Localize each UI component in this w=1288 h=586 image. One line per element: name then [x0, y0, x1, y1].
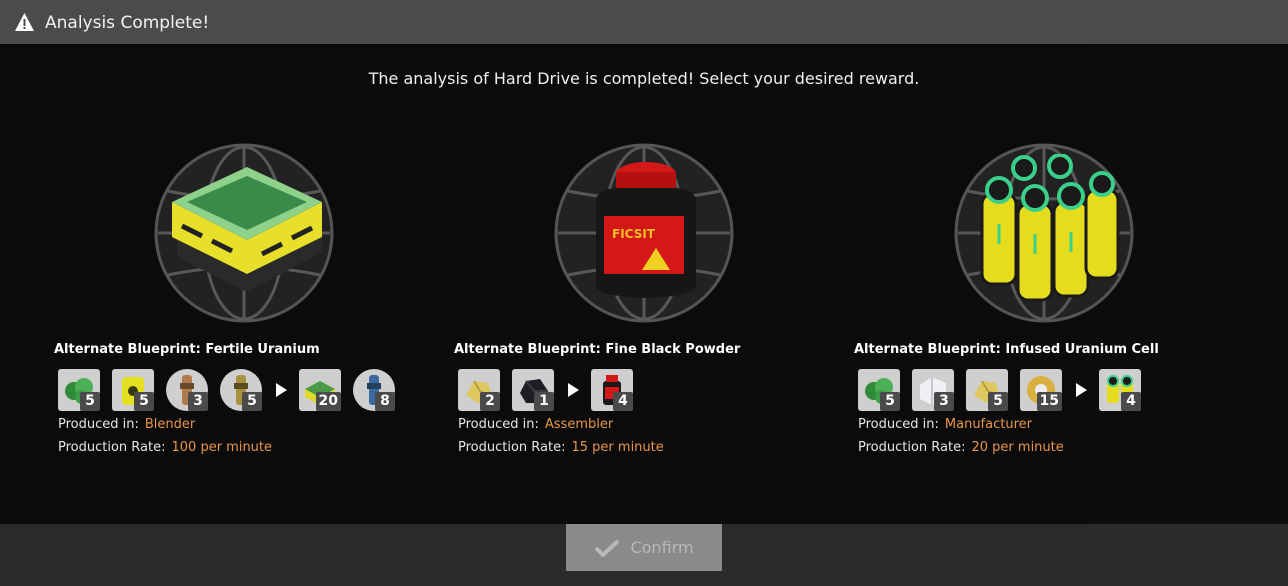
production-rate-value: 100 per minute [171, 440, 273, 455]
recipe-arrow-icon [276, 383, 287, 397]
reward-option-fine-black-powder[interactable]: FICSIT Alternate Blueprint: Fine Black P… [454, 140, 854, 470]
building-name: Manufacturer [944, 417, 1032, 432]
ingredient-slot: 15 [1020, 369, 1062, 411]
ingredient-slot: 5 [220, 369, 262, 411]
dialog-title: Analysis Complete! [45, 13, 210, 33]
reward-option-fertile-uranium[interactable]: Alternate Blueprint: Fertile Uranium 5 5… [54, 140, 454, 470]
recipe-row: 5 5 3 5 20 8 [58, 368, 407, 412]
recipe-arrow-icon [568, 383, 579, 397]
reward-title: Alternate Blueprint: Fine Black Powder [454, 342, 741, 357]
production-rate-value: 20 per minute [971, 440, 1064, 455]
product-slot: 4 [1099, 369, 1141, 411]
ingredient-slot: 5 [858, 369, 900, 411]
warning-icon [15, 13, 34, 31]
reward-title: Alternate Blueprint: Fertile Uranium [54, 342, 320, 357]
ingredient-slot: 2 [458, 369, 500, 411]
product-slot: 4 [591, 369, 633, 411]
confirm-label: Confirm [630, 538, 694, 557]
production-rate-line: Production Rate: 100 per minute [58, 440, 273, 455]
dialog-titlebar: Analysis Complete! [0, 0, 1288, 44]
ingredient-slot: 5 [966, 369, 1008, 411]
ingredient-slot: 5 [58, 369, 100, 411]
ingredient-slot: 5 [112, 369, 154, 411]
ingredient-slot: 3 [166, 369, 208, 411]
recipe-arrow-icon [1076, 383, 1087, 397]
analysis-message: The analysis of Hard Drive is completed!… [368, 69, 920, 88]
production-rate-line: Production Rate: 20 per minute [858, 440, 1064, 455]
fertile-uranium-icon [172, 167, 322, 292]
produced-in-line: Produced in: Blender [58, 417, 196, 432]
svg-text:FICSIT: FICSIT [612, 227, 656, 241]
building-name: Assembler [544, 417, 614, 432]
production-rate-line: Production Rate: 15 per minute [458, 440, 664, 455]
recipe-row: 2 1 4 [458, 368, 645, 412]
recipe-row: 5 3 5 15 4 [858, 368, 1153, 412]
reward-title: Alternate Blueprint: Infused Uranium Cel… [854, 342, 1159, 357]
confirm-button[interactable]: Confirm [566, 524, 722, 571]
produced-in-line: Produced in: Assembler [458, 417, 614, 432]
production-rate-value: 15 per minute [571, 440, 664, 455]
ingredient-slot: 1 [512, 369, 554, 411]
checkmark-icon [595, 539, 620, 557]
produced-in-line: Produced in: Manufacturer [858, 417, 1032, 432]
product-slot: 8 [353, 369, 395, 411]
black-powder-icon: FICSIT [596, 162, 696, 298]
building-name: Blender [144, 417, 196, 432]
encased-uranium-cell-icon [980, 154, 1120, 302]
product-slot: 20 [299, 369, 341, 411]
reward-option-infused-uranium-cell[interactable]: Alternate Blueprint: Infused Uranium Cel… [854, 140, 1254, 470]
ingredient-slot: 3 [912, 369, 954, 411]
